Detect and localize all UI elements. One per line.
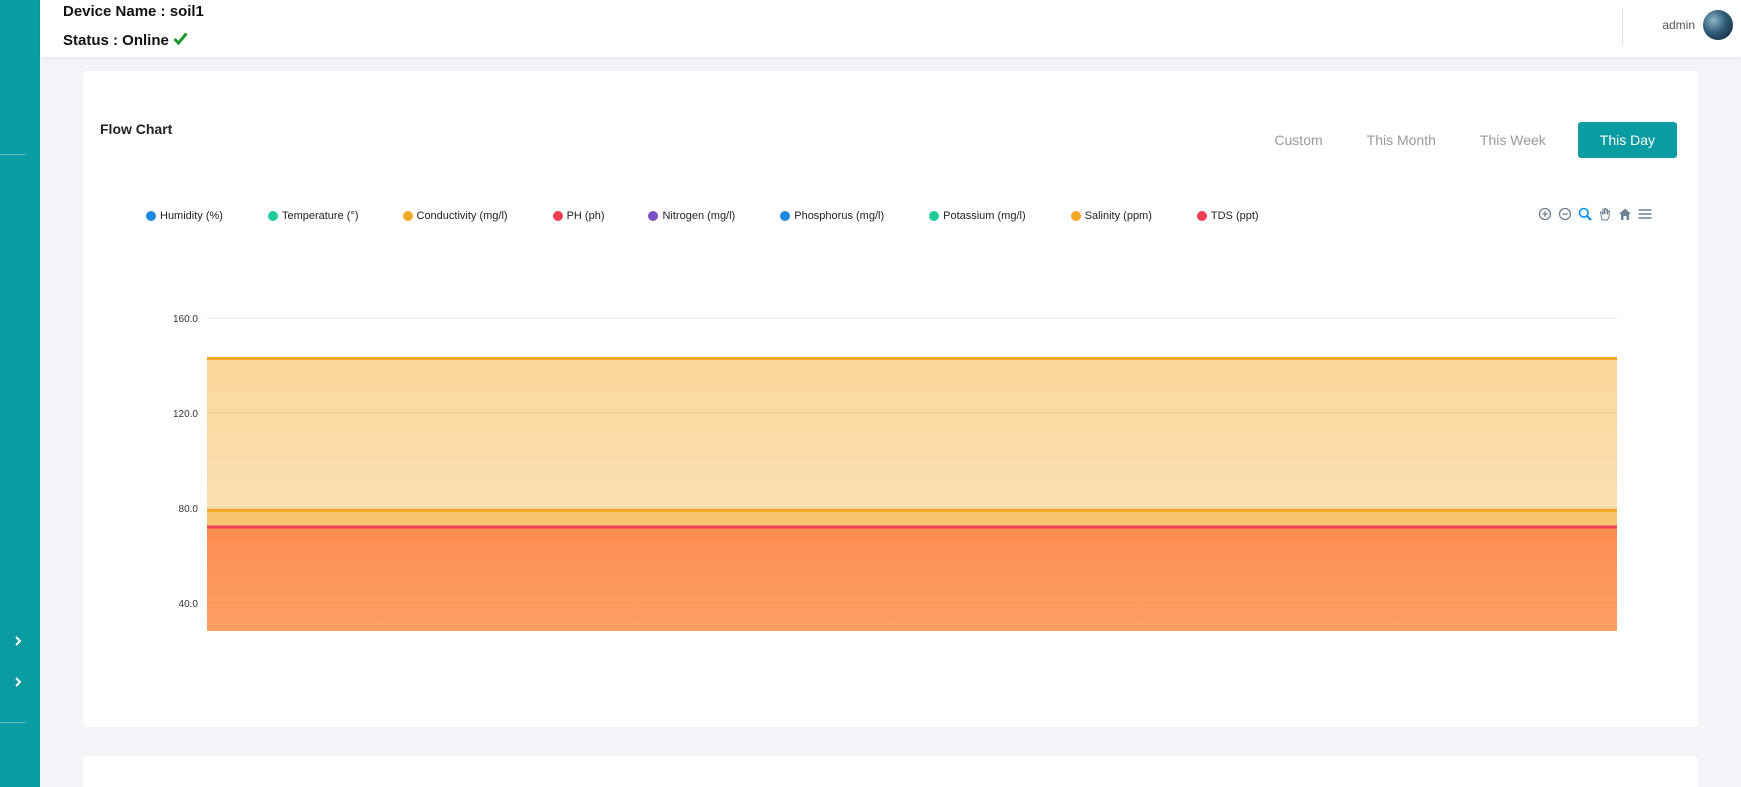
user-menu[interactable]: admin bbox=[1662, 10, 1733, 40]
legend-marker bbox=[552, 211, 563, 221]
legend-item[interactable]: Temperature (°) bbox=[267, 210, 359, 222]
tab-custom[interactable]: Custom bbox=[1252, 122, 1344, 158]
legend-item[interactable]: Phosphorus (mg/l) bbox=[780, 210, 884, 222]
top-bar: Device Name : soil1 Status : Online admi… bbox=[40, 0, 1741, 57]
time-range-tabs: Custom This Month This Week This Day bbox=[1252, 122, 1677, 158]
flow-chart-card: Flow Chart Custom This Month This Week T… bbox=[83, 71, 1698, 727]
sidebar-divider-2 bbox=[0, 722, 26, 723]
legend-label: Humidity (%) bbox=[160, 210, 223, 222]
zoom-out-icon[interactable] bbox=[1557, 206, 1572, 221]
legend-marker bbox=[780, 211, 791, 221]
legend-item[interactable]: Potassium (mg/l) bbox=[929, 210, 1026, 222]
legend-marker bbox=[1196, 211, 1207, 221]
y-tick-label: 160.0 bbox=[173, 314, 198, 325]
zoom-in-icon[interactable] bbox=[1537, 206, 1552, 221]
menu-icon[interactable] bbox=[1637, 206, 1652, 221]
username: admin bbox=[1662, 18, 1695, 32]
legend-label: Nitrogen (mg/l) bbox=[662, 210, 736, 222]
y-tick-label: 120.0 bbox=[173, 409, 198, 420]
selection-zoom-icon[interactable] bbox=[1577, 206, 1592, 221]
device-status: Status : Online bbox=[63, 32, 188, 49]
tab-this-week[interactable]: This Week bbox=[1458, 122, 1568, 158]
legend-label: Potassium (mg/l) bbox=[943, 210, 1026, 222]
legend-marker bbox=[929, 211, 940, 221]
legend-label: TDS (ppt) bbox=[1210, 210, 1259, 222]
flow-area-chart: 160.0120.080.040.00.004:0005:0006:0007:0… bbox=[173, 314, 1617, 631]
legend-label: Temperature (°) bbox=[281, 210, 359, 222]
tab-this-day[interactable]: This Day bbox=[1577, 122, 1677, 158]
y-tick-label: 40.0 bbox=[179, 599, 199, 610]
legend-marker bbox=[146, 211, 156, 221]
chart-toolbar bbox=[1537, 206, 1652, 221]
legend-label: Salinity (ppm) bbox=[1084, 210, 1152, 222]
y-tick-label: 80.0 bbox=[179, 504, 199, 515]
legend-item[interactable]: Humidity (%) bbox=[146, 210, 223, 222]
sidebar-expand-chevron-right-icon-2[interactable] bbox=[10, 674, 26, 690]
legend-item[interactable]: Salinity (ppm) bbox=[1070, 210, 1152, 222]
legend-label: Conductivity (mg/l) bbox=[416, 210, 508, 222]
legend-marker bbox=[1070, 211, 1081, 221]
legend-item[interactable]: PH (ph) bbox=[552, 210, 605, 222]
sidebar-divider bbox=[0, 154, 26, 155]
card-title: Flow Chart bbox=[100, 121, 173, 137]
chart-legend: Humidity (%) Temperature (°) Conductivity … bbox=[146, 210, 1259, 222]
secondary-card bbox=[83, 756, 1698, 787]
check-icon bbox=[173, 32, 188, 49]
device-name: Device Name : soil1 bbox=[63, 3, 204, 20]
legend-marker bbox=[402, 211, 413, 221]
pan-icon[interactable] bbox=[1597, 206, 1612, 221]
reset-home-icon[interactable] bbox=[1617, 206, 1632, 221]
series-area bbox=[207, 527, 1617, 631]
sidebar-expand-chevron-right-icon[interactable] bbox=[10, 633, 26, 649]
sidebar bbox=[0, 0, 40, 787]
header-separator bbox=[1622, 8, 1623, 44]
legend-item[interactable]: TDS (ppt) bbox=[1196, 210, 1259, 222]
avatar[interactable] bbox=[1703, 10, 1733, 40]
legend-item[interactable]: Nitrogen (mg/l) bbox=[648, 210, 735, 222]
status-text: Status : Online bbox=[63, 32, 169, 49]
legend-label: Phosphorus (mg/l) bbox=[794, 210, 885, 222]
legend-item[interactable]: Conductivity (mg/l) bbox=[402, 210, 508, 222]
legend-marker bbox=[648, 211, 659, 221]
tab-this-month[interactable]: This Month bbox=[1345, 122, 1458, 158]
legend-label: PH (ph) bbox=[566, 210, 605, 222]
legend-marker bbox=[267, 211, 278, 221]
